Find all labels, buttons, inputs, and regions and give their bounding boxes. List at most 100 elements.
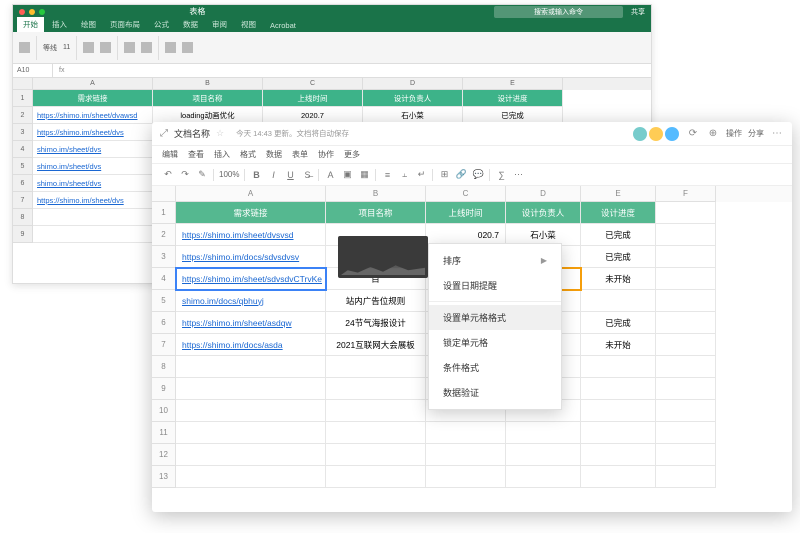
col-header[interactable]: D — [506, 186, 581, 202]
row-header[interactable]: 9 — [13, 226, 33, 243]
col-header[interactable]: E — [581, 186, 656, 202]
col-header[interactable]: A — [33, 78, 153, 90]
header-cell[interactable]: 项目名称 — [153, 90, 263, 107]
cell[interactable]: 24节气海报设计 — [326, 312, 426, 334]
paint-icon[interactable]: ✎ — [196, 169, 208, 181]
select-all[interactable] — [152, 186, 176, 202]
ctx-cond-format[interactable]: 条件格式 — [429, 355, 561, 380]
menu-insert[interactable]: 插入 — [214, 149, 230, 160]
cell-link[interactable]: https://shimo.im/sheet/asdqw — [176, 312, 326, 334]
tab-data[interactable]: 数据 — [177, 17, 204, 32]
row-header[interactable]: 2 — [13, 107, 33, 124]
ctx-cell-format[interactable]: 设置单元格格式 — [429, 305, 561, 330]
history-icon[interactable]: ⟳ — [686, 127, 700, 141]
cell[interactable]: 已完成 — [581, 224, 656, 246]
cell[interactable]: 站内广告位规则王菲 — [326, 290, 426, 312]
avatar[interactable] — [664, 126, 680, 142]
cell[interactable]: 已完成 — [581, 312, 656, 334]
function-icon[interactable]: ∑ — [495, 169, 507, 181]
header-cell[interactable]: 设计负责人 — [506, 202, 581, 224]
cell[interactable]: 未开始 — [581, 334, 656, 356]
bold-icon[interactable]: B — [250, 169, 262, 181]
row-header[interactable]: 4 — [13, 141, 33, 158]
row-header[interactable]: 6 — [13, 175, 33, 192]
header-cell[interactable]: 设计进度 — [463, 90, 563, 107]
sort-icon[interactable] — [182, 42, 193, 53]
undo-icon[interactable]: ↶ — [162, 169, 174, 181]
border-icon[interactable] — [141, 42, 152, 53]
ctx-date-reminder[interactable]: 设置日期提醒 — [429, 273, 561, 298]
tab-acrobat[interactable]: Acrobat — [264, 19, 302, 32]
link-icon[interactable]: 🔗 — [455, 169, 467, 181]
zoom-select[interactable]: 100% — [219, 170, 239, 179]
row-header[interactable]: 7 — [152, 334, 176, 356]
window-controls[interactable] — [19, 9, 45, 15]
cell-link[interactable]: https://shimo.im/sheet/dvs — [33, 192, 153, 209]
search-input[interactable]: 搜索或输入命令 — [494, 6, 623, 18]
row-header[interactable]: 6 — [152, 312, 176, 334]
cell[interactable] — [656, 290, 716, 312]
menu-collab[interactable]: 协作 — [318, 149, 334, 160]
tab-layout[interactable]: 页面布局 — [104, 17, 146, 32]
col-header[interactable]: B — [326, 186, 426, 202]
row-header[interactable]: 7 — [13, 192, 33, 209]
row-header[interactable]: 13 — [152, 466, 176, 488]
header-cell[interactable]: 项目名称 — [326, 202, 426, 224]
row-header[interactable]: 4 — [152, 268, 176, 290]
col-header[interactable]: A — [176, 186, 326, 202]
tab-view[interactable]: 视图 — [235, 17, 262, 32]
font-size[interactable]: 11 — [63, 44, 70, 51]
tab-review[interactable]: 审阅 — [206, 17, 233, 32]
cell[interactable]: 2021互联网大会展板 — [326, 334, 426, 356]
name-box[interactable]: A10 — [13, 64, 53, 77]
doc-title[interactable]: 文档名称 — [174, 127, 210, 140]
row-header[interactable]: 2 — [152, 224, 176, 246]
tab-home[interactable]: 开始 — [17, 17, 44, 32]
cell-link[interactable]: shimo.im/docs/qbhuyj — [176, 290, 326, 312]
row-header[interactable]: 3 — [13, 124, 33, 141]
row-header[interactable]: 5 — [13, 158, 33, 175]
tab-formula[interactable]: 公式 — [148, 17, 175, 32]
cell[interactable]: 已完成 — [581, 246, 656, 268]
row-header[interactable]: 10 — [152, 400, 176, 422]
italic-icon[interactable]: I — [267, 169, 279, 181]
fill-icon[interactable] — [124, 42, 135, 53]
header-cell[interactable]: 上线时间 — [426, 202, 506, 224]
cell-link[interactable]: shimo.im/sheet/dvs — [33, 141, 153, 158]
row-header[interactable]: 11 — [152, 422, 176, 444]
header-cell[interactable]: 设计负责人 — [363, 90, 463, 107]
cell-link[interactable]: shimo.im/sheet/dvs — [33, 175, 153, 192]
align-icon[interactable]: ≡ — [381, 169, 393, 181]
text-color-icon[interactable]: A — [324, 169, 336, 181]
share-button[interactable]: 分享 — [748, 128, 764, 139]
wrap-icon[interactable]: ↵ — [415, 169, 427, 181]
row-header[interactable]: 1 — [13, 90, 33, 107]
col-header[interactable]: E — [463, 78, 563, 90]
header-cell[interactable]: 上线时间 — [263, 90, 363, 107]
row-header[interactable]: 9 — [152, 378, 176, 400]
menu-form[interactable]: 表单 — [292, 149, 308, 160]
star-icon[interactable]: ☆ — [216, 128, 224, 139]
ops-button[interactable]: 操作 — [726, 128, 742, 139]
ctx-data-valid[interactable]: 数据验证 — [429, 380, 561, 405]
col-header[interactable]: F — [656, 186, 716, 202]
row-header[interactable]: 1 — [152, 202, 176, 224]
cell-link-selected[interactable]: https://shimo.im/sheet/sdvsdvCTrvKe — [176, 268, 326, 290]
col-header[interactable]: C — [263, 78, 363, 90]
border-icon[interactable]: ▦ — [358, 169, 370, 181]
row-header[interactable]: 12 — [152, 444, 176, 466]
ctx-lock-cell[interactable]: 锁定单元格 — [429, 330, 561, 355]
header-cell[interactable]: 设计进度 — [581, 202, 656, 224]
menu-more[interactable]: 更多 — [344, 149, 360, 160]
row-header[interactable]: 8 — [13, 209, 33, 226]
ctx-sort[interactable]: 排序▶ — [429, 248, 561, 273]
font-select[interactable]: 等线 — [43, 43, 57, 53]
menu-edit[interactable]: 编辑 — [162, 149, 178, 160]
menu-view[interactable]: 查看 — [188, 149, 204, 160]
underline-icon[interactable]: U — [284, 169, 296, 181]
strike-icon[interactable]: S̶ — [301, 169, 313, 181]
cell[interactable] — [656, 268, 716, 290]
row-header[interactable]: 5 — [152, 290, 176, 312]
share-button[interactable]: 共享 — [631, 7, 645, 17]
minimize-icon[interactable] — [29, 9, 35, 15]
